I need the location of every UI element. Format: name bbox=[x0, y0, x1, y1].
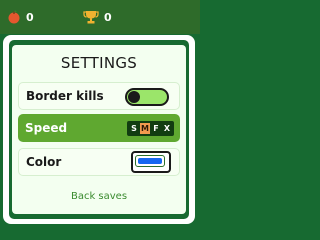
apple-count: 0 bbox=[26, 10, 34, 24]
speed-option-s[interactable]: S bbox=[129, 123, 139, 134]
speed-option-m[interactable]: M bbox=[140, 123, 150, 134]
speed-label: Speed bbox=[25, 121, 68, 135]
apple-icon bbox=[8, 10, 20, 24]
border-kills-label: Border kills bbox=[26, 89, 104, 103]
trophy-icon bbox=[83, 11, 99, 24]
settings-title: SETTINGS bbox=[60, 54, 138, 72]
color-row[interactable]: Color bbox=[18, 148, 180, 176]
speed-row[interactable]: Speed S M F X bbox=[18, 114, 180, 142]
speed-option-x[interactable]: X bbox=[162, 123, 172, 134]
apple-counter: 0 bbox=[7, 9, 34, 25]
color-swatch-fill bbox=[138, 158, 162, 164]
speed-option-f[interactable]: F bbox=[151, 123, 161, 134]
top-bar: 0 0 bbox=[0, 0, 200, 34]
settings-panel: SETTINGS Border kills Speed S M F X Colo… bbox=[12, 45, 186, 214]
toggle-knob bbox=[128, 91, 140, 103]
border-kills-row[interactable]: Border kills bbox=[18, 82, 180, 110]
trophy-count: 0 bbox=[104, 10, 112, 24]
back-saves-link[interactable]: Back saves bbox=[12, 191, 186, 202]
color-swatch-ring bbox=[135, 155, 165, 167]
border-kills-toggle[interactable] bbox=[125, 88, 169, 106]
trophy-counter: 0 bbox=[83, 9, 112, 25]
speed-options: S M F X bbox=[127, 121, 174, 136]
color-label: Color bbox=[26, 155, 62, 169]
color-swatch[interactable] bbox=[131, 151, 171, 173]
